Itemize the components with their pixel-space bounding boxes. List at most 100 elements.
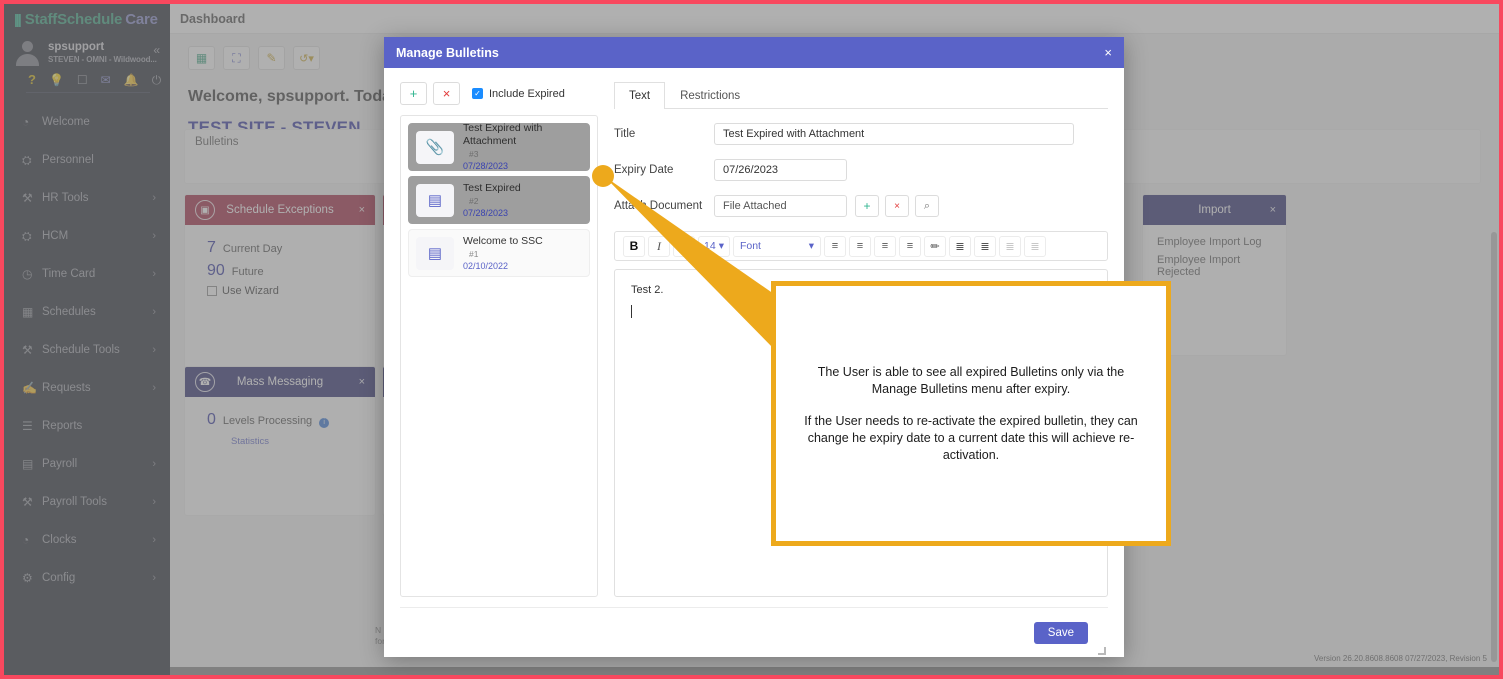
user-panel: spsupport STEVEN - OMNI - Wildwood... « … — [4, 34, 170, 93]
callout-annotation: The User is able to see all expired Bull… — [771, 281, 1171, 546]
mail-icon[interactable]: ✉ — [101, 74, 111, 86]
nav-icon: ⚒ — [22, 343, 33, 357]
chevron-right-icon: › — [152, 496, 156, 508]
notes-icon[interactable]: ☐ — [77, 74, 88, 86]
text-color-button[interactable]: ✏ — [923, 235, 946, 257]
dialog-resize-handle[interactable] — [1098, 647, 1106, 655]
title-row: Title Test Expired with Attachment — [614, 123, 1108, 145]
align-right-button[interactable]: ≡ — [873, 235, 896, 257]
chevron-right-icon: › — [152, 192, 156, 204]
chevron-right-icon: › — [152, 534, 156, 546]
fullscreen-button[interactable]: ⛶ — [223, 46, 250, 70]
sidebar-item-welcome[interactable]: ◔ Welcome — [4, 103, 170, 141]
sidebar-item-time-card[interactable]: ◷ Time Card › — [4, 255, 170, 293]
close-icon[interactable]: × — [359, 376, 365, 388]
nav-icon: ◔ — [22, 533, 30, 547]
bullet-list-button[interactable]: ≣ — [948, 235, 971, 257]
sidebar-item-payroll[interactable]: ▤ Payroll › — [4, 445, 170, 483]
statistics-link[interactable]: Statistics — [231, 436, 375, 447]
idea-icon[interactable]: 💡 — [49, 74, 64, 86]
use-wizard-checkbox[interactable]: Use Wizard — [207, 285, 375, 297]
bell-icon[interactable]: 🔔 — [124, 74, 139, 86]
font-size-select[interactable]: 14 ▾ — [698, 235, 730, 257]
tab-text[interactable]: Text — [614, 82, 666, 109]
bulletin-date: 07/28/2023 — [463, 161, 509, 171]
attach-document-label: Attach Document — [614, 200, 703, 212]
widget-header: Import × — [1143, 195, 1286, 225]
italic-button[interactable]: I — [648, 235, 670, 257]
stat-label: Current Day — [222, 243, 283, 255]
callout-paragraph-1: The User is able to see all expired Bull… — [817, 364, 1125, 396]
sidebar-item-hcm[interactable]: ⛭ HCM › — [4, 217, 170, 255]
align-left-button[interactable]: ≡ — [823, 235, 846, 257]
attach-search-icon[interactable]: ⌕ — [915, 195, 939, 217]
edit-button[interactable]: ✎ — [258, 46, 285, 70]
chevron-right-icon: › — [152, 572, 156, 584]
help-icon[interactable]: ? — [28, 73, 36, 86]
version-label: Version 26.20.8608.8608 07/27/2023, Revi… — [1313, 654, 1487, 663]
sidebar-item-clocks[interactable]: ◔ Clocks › — [4, 521, 170, 559]
save-button[interactable]: Save — [1033, 621, 1088, 644]
bulletin-list-item[interactable]: ▤ Welcome to SSC #1 02/10/2022 — [408, 229, 590, 277]
sidebar-item-label: HR Tools — [42, 192, 89, 204]
include-expired-label: Include Expired — [489, 87, 565, 100]
delete-bulletin-button[interactable]: × — [433, 82, 460, 105]
attach-add-button[interactable]: + — [855, 195, 879, 217]
history-button[interactable]: ↺▾ — [293, 46, 320, 70]
align-center-button[interactable]: ≡ — [848, 235, 871, 257]
outdent-button[interactable]: ≣ — [998, 235, 1021, 257]
sidebar-item-config[interactable]: ⚙ Config › — [4, 559, 170, 597]
nav-icon: ◔ — [22, 115, 30, 129]
import-rejected-link[interactable]: Employee Import Rejected — [1143, 251, 1286, 281]
power-icon[interactable]: ⏻ — [152, 74, 162, 86]
sidebar-item-label: HCM — [42, 230, 69, 242]
attach-remove-button[interactable]: × — [885, 195, 909, 217]
title-input[interactable]: Test Expired with Attachment — [714, 123, 1074, 145]
numbered-list-button[interactable]: ≣ — [973, 235, 996, 257]
sidebar-nav: ◔ Welcome ⛭ Personnel ⚒ HR Tools › ⛭ HCM › ◷ Time C… — [4, 103, 170, 597]
chevron-right-icon: › — [152, 230, 156, 242]
stat-label: Levels Processing — [222, 415, 313, 427]
sidebar-item-hr-tools[interactable]: ⚒ HR Tools › — [4, 179, 170, 217]
chevron-right-icon: › — [152, 306, 156, 318]
main-scrollbar[interactable] — [1491, 232, 1497, 662]
sidebar-item-payroll-tools[interactable]: ⚒ Payroll Tools › — [4, 483, 170, 521]
close-icon[interactable]: × — [359, 204, 365, 216]
nav-icon: ⛭ — [22, 152, 32, 167]
sidebar-item-requests[interactable]: ✍ Requests › — [4, 369, 170, 407]
app-logo: ||| StaffSchedule Care — [4, 4, 170, 34]
new-document-button[interactable]: ▦ — [188, 46, 215, 70]
sidebar-item-schedule-tools[interactable]: ⚒ Schedule Tools › — [4, 331, 170, 369]
bulletin-list-item[interactable]: ▤ Test Expired #2 07/28/2023 — [408, 176, 590, 224]
bulletin-list-item[interactable]: 📎 Test Expired with Attachment #3 07/28/202… — [408, 122, 590, 171]
chevron-down-icon: ▾ — [808, 240, 814, 252]
include-expired-checkbox[interactable]: ✓ Include Expired — [472, 88, 565, 100]
bulletin-number: #2 — [469, 195, 479, 206]
close-icon[interactable]: × — [1270, 204, 1276, 216]
expiry-date-input[interactable]: 07/26/2023 — [714, 159, 847, 181]
sidebar-item-reports[interactable]: ☰ Reports — [4, 407, 170, 445]
sidebar-item-label: Welcome — [42, 116, 90, 128]
align-justify-button[interactable]: ≡ — [898, 235, 921, 257]
chevron-right-icon: › — [152, 344, 156, 356]
dialog-footer: Save — [400, 607, 1108, 657]
sidebar-item-label: Personnel — [42, 154, 94, 166]
indent-button[interactable]: ≣ — [1023, 235, 1046, 257]
nav-icon: ⚒ — [22, 495, 33, 509]
bold-button[interactable]: B — [623, 235, 645, 257]
bulletin-list[interactable]: 📎 Test Expired with Attachment #3 07/28/202… — [400, 115, 598, 597]
info-icon[interactable]: i — [319, 418, 330, 428]
bulletin-number: #1 — [469, 248, 479, 259]
sidebar-item-schedules[interactable]: ▦ Schedules › — [4, 293, 170, 331]
underline-button[interactable]: U — [673, 235, 695, 257]
collapse-sidebar-button[interactable]: « — [153, 43, 160, 57]
font-family-select[interactable]: Font ▾ — [732, 235, 821, 257]
sidebar-divider — [26, 92, 150, 93]
close-icon[interactable]: × — [1104, 45, 1112, 60]
tab-restrictions[interactable]: Restrictions — [665, 82, 755, 109]
sidebar-item-personnel[interactable]: ⛭ Personnel — [4, 141, 170, 179]
document-icon: ▤ — [416, 183, 454, 217]
attach-document-input[interactable]: File Attached — [714, 195, 847, 217]
import-log-link[interactable]: Employee Import Log — [1143, 233, 1286, 251]
add-bulletin-button[interactable]: + — [400, 82, 427, 105]
